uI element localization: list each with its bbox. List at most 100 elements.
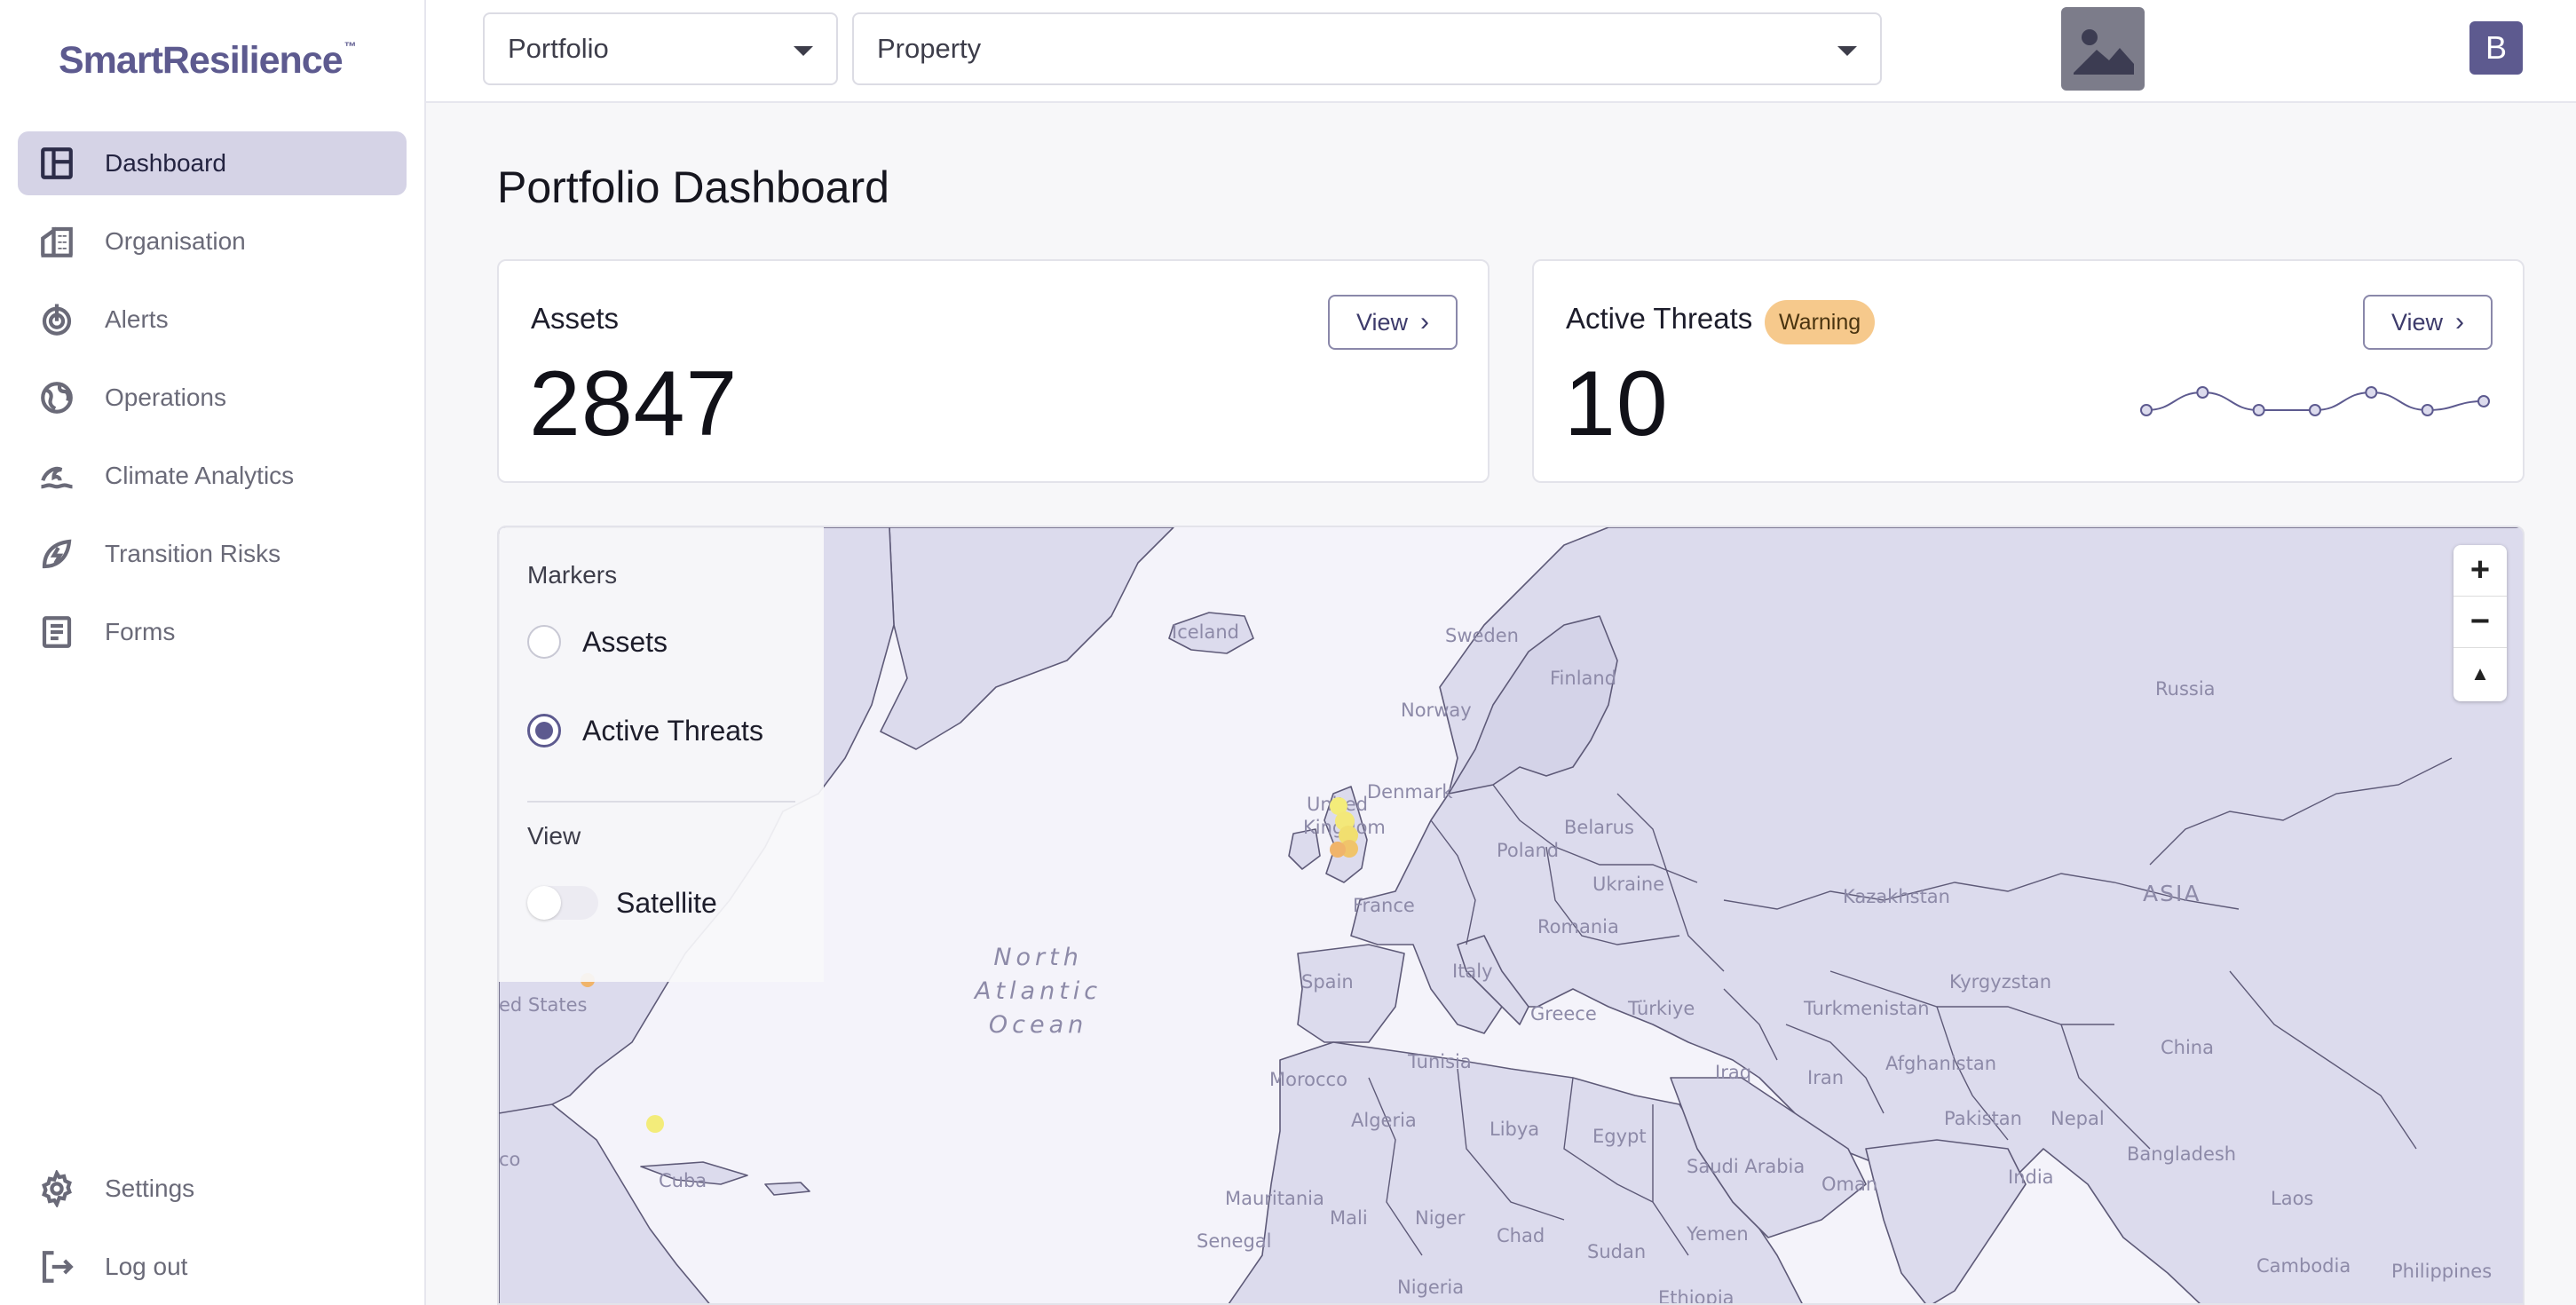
- chevron-right-icon: ›: [1420, 307, 1430, 336]
- divider: [527, 801, 795, 803]
- map-label: Kyrgyzstan: [1949, 971, 2052, 993]
- radio-button[interactable]: [527, 625, 561, 659]
- map-label: Italy: [1452, 961, 1493, 982]
- dashboard-icon: [37, 144, 76, 183]
- active-threats-card: Active Threats Warning 10 View ›: [1532, 259, 2525, 483]
- map[interactable]: Iceland Sweden Finland Norway Russia Den…: [497, 526, 2525, 1305]
- zoom-out-button[interactable]: −: [2454, 597, 2507, 648]
- sidebar-nav: Dashboard Organisation Alerts Operations…: [18, 131, 407, 678]
- map-label: Egypt: [1592, 1126, 1647, 1147]
- threat-marker[interactable]: [1330, 842, 1346, 858]
- sparkline-point: [2252, 404, 2265, 416]
- caret-down-icon: [1837, 46, 1857, 56]
- sidebar-item-label: Operations: [105, 384, 226, 411]
- sidebar-item-settings[interactable]: Settings: [18, 1157, 407, 1221]
- view-button-label: View: [1355, 308, 1409, 336]
- threat-marker[interactable]: [646, 1115, 664, 1133]
- assets-card-title: Assets: [531, 302, 620, 335]
- map-label: ASIA: [2143, 881, 2201, 906]
- sparkline-point: [2421, 404, 2434, 416]
- app-logo[interactable]: SmartResilience ™: [59, 39, 357, 83]
- map-label: Nigeria: [1397, 1277, 1465, 1298]
- image-placeholder-icon[interactable]: [2061, 7, 2145, 91]
- map-label: Philippines: [2391, 1261, 2493, 1282]
- radio-button-selected[interactable]: [527, 714, 561, 747]
- caret-down-icon: [794, 46, 813, 56]
- map-label: co: [499, 1149, 521, 1170]
- sidebar-item-label: Transition Risks: [105, 540, 281, 567]
- gear-icon: [37, 1169, 76, 1208]
- reset-north-button[interactable]: ▲: [2454, 648, 2507, 700]
- satellite-label: Satellite: [616, 886, 717, 919]
- portfolio-select[interactable]: Portfolio: [483, 12, 838, 85]
- map-label: Iraq: [1715, 1062, 1752, 1083]
- map-label: Ukraine: [1592, 874, 1665, 895]
- sparkline-point: [2140, 404, 2153, 416]
- active-threats-radio-option[interactable]: Active Threats: [527, 714, 763, 747]
- radio-label: Active Threats: [582, 714, 763, 747]
- form-icon: [37, 613, 76, 652]
- active-threats-card-title: Active Threats: [1566, 302, 1753, 335]
- property-select[interactable]: Property: [852, 12, 1882, 85]
- map-label: Afghanistan: [1885, 1053, 1997, 1074]
- map-label: Cuba: [659, 1170, 707, 1191]
- map-label: Greece: [1530, 1003, 1597, 1024]
- sidebar-item-alerts[interactable]: Alerts: [18, 288, 407, 352]
- sparkline-point: [2309, 404, 2321, 416]
- view-button-label: View: [2390, 308, 2444, 336]
- map-label: Sudan: [1587, 1241, 1647, 1262]
- map-label: Bangladesh: [2127, 1143, 2237, 1165]
- map-label: Laos: [2271, 1188, 2314, 1209]
- sparkline-point: [2365, 386, 2378, 399]
- active-threats-view-button[interactable]: View ›: [2363, 295, 2493, 350]
- sidebar-item-operations[interactable]: Operations: [18, 366, 407, 430]
- map-label: Mauritania: [1225, 1188, 1324, 1209]
- map-label: Turkmenistan: [1804, 998, 1930, 1019]
- map-label: Pakistan: [1944, 1108, 2022, 1129]
- sidebar: SmartResilience ™ Dashboard Organisation …: [0, 0, 426, 1305]
- map-label: Tunisia: [1408, 1051, 1472, 1072]
- map-label: Finland: [1550, 668, 1617, 689]
- map-label: China: [2161, 1037, 2214, 1058]
- avatar[interactable]: B: [2469, 21, 2523, 75]
- chevron-right-icon: ›: [2455, 307, 2465, 336]
- satellite-toggle-row[interactable]: Satellite: [527, 886, 717, 920]
- map-label: Oman: [1821, 1174, 1878, 1195]
- sidebar-item-transition-risks[interactable]: Transition Risks: [18, 522, 407, 586]
- sidebar-item-logout[interactable]: Log out: [18, 1235, 407, 1299]
- map-label: Kazakhstan: [1843, 886, 1950, 907]
- assets-card: Assets 2847 View ›: [497, 259, 1489, 483]
- assets-view-button[interactable]: View ›: [1328, 295, 1458, 350]
- map-label: France: [1353, 895, 1415, 916]
- map-label: ed States: [499, 994, 588, 1016]
- map-label: Romania: [1537, 916, 1619, 937]
- map-label: Cambodia: [2256, 1255, 2351, 1277]
- zoom-in-button[interactable]: +: [2454, 545, 2507, 597]
- map-label: Morocco: [1269, 1069, 1347, 1090]
- map-layer-panel: Markers Assets Active Threats View Satel…: [499, 527, 824, 982]
- map-label: Saudi Arabia: [1687, 1156, 1806, 1177]
- sidebar-item-dashboard[interactable]: Dashboard: [18, 131, 407, 195]
- radio-label: Assets: [582, 625, 668, 658]
- map-label: Yemen: [1687, 1223, 1749, 1245]
- threats-sparkline: [2140, 386, 2490, 416]
- sidebar-item-forms[interactable]: Forms: [18, 600, 407, 664]
- portfolio-select-value: Portfolio: [508, 33, 609, 64]
- map-label: Iran: [1807, 1067, 1845, 1088]
- sidebar-item-organisation[interactable]: Organisation: [18, 210, 407, 273]
- map-label: Denmark: [1367, 781, 1453, 803]
- map-label: Norway: [1401, 700, 1472, 721]
- satellite-toggle[interactable]: [527, 886, 598, 920]
- assets-radio-option[interactable]: Assets: [527, 625, 668, 659]
- sidebar-item-climate-analytics[interactable]: Climate Analytics: [18, 444, 407, 508]
- map-label: Algeria: [1351, 1110, 1417, 1131]
- map-label: Russia: [2155, 678, 2216, 700]
- sidebar-item-label: Climate Analytics: [105, 462, 295, 489]
- sidebar-item-label: Organisation: [105, 227, 246, 255]
- wave-icon: [37, 456, 76, 495]
- map-label: Senegal: [1197, 1230, 1272, 1252]
- map-label: Türkiye: [1628, 998, 1695, 1019]
- markers-heading: Markers: [527, 561, 618, 589]
- sparkline-point: [2196, 386, 2209, 399]
- sparkline-point: [2477, 395, 2490, 407]
